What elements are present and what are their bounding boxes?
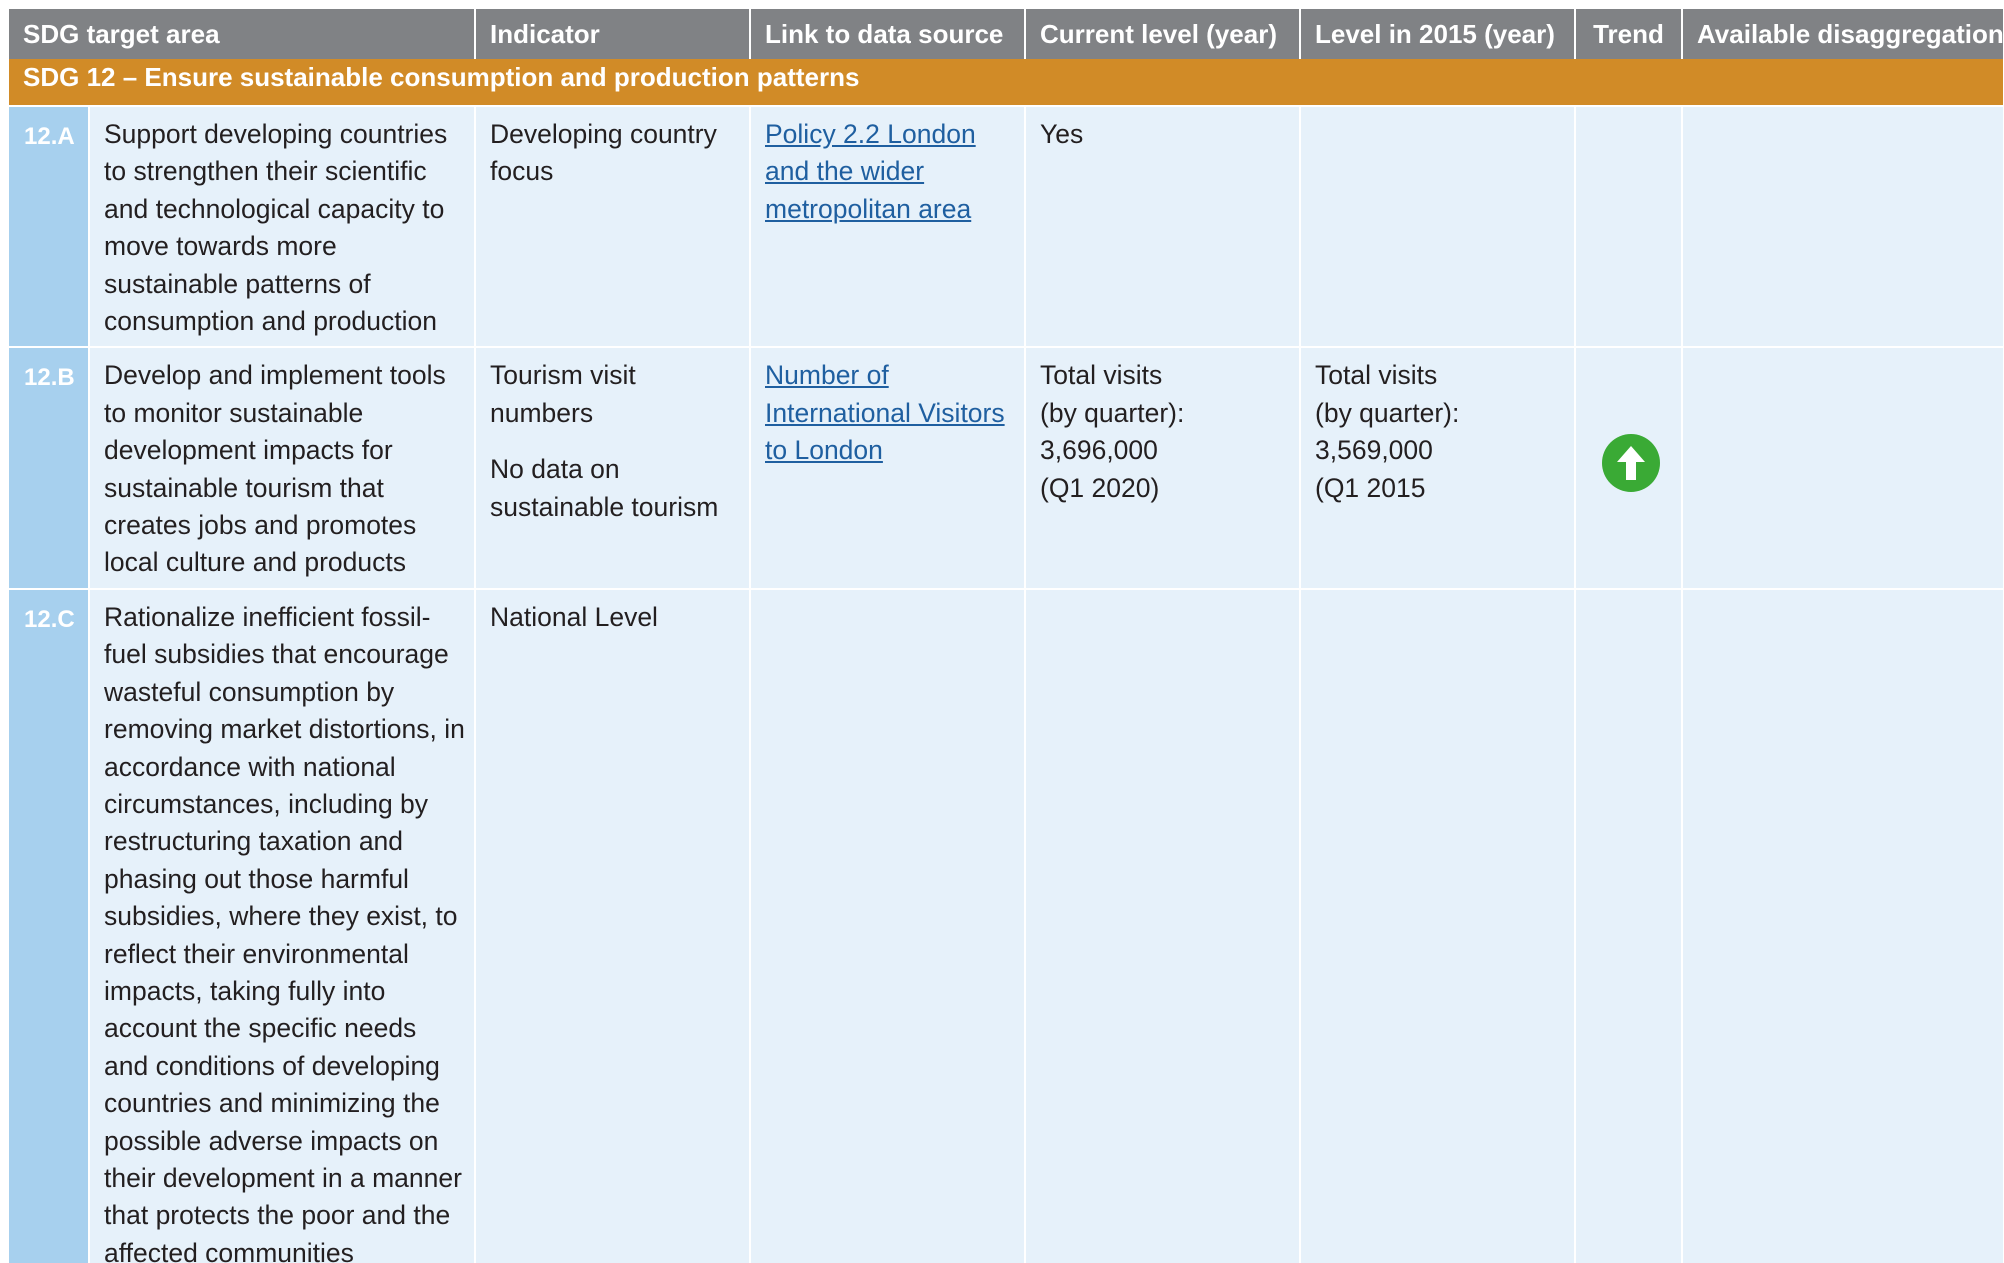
current-level-value: 3,696,000: [1040, 435, 1158, 466]
indicator-text: Tourism visit numbers: [490, 360, 636, 428]
target-code: 12.C: [9, 588, 90, 1263]
disaggregation-cell: [1682, 347, 2004, 590]
header-row: SDG target area Indicator Link to data s…: [9, 9, 2004, 59]
data-source-link[interactable]: Number of International Visitors to Lond…: [765, 360, 1005, 465]
header-target-area: SDG target area: [9, 9, 476, 59]
data-source-link[interactable]: Policy 2.2 London and the wider metropol…: [765, 119, 976, 224]
section-title: SDG 12 – Ensure sustainable consumption …: [9, 59, 2004, 107]
header-level-2015: Level in 2015 (year): [1300, 9, 1576, 59]
sdg-indicator-table: SDG target area Indicator Link to data s…: [9, 9, 2004, 1263]
target-code: 12.A: [9, 106, 90, 349]
sdg-table-container: SDG target area Indicator Link to data s…: [9, 9, 2004, 1263]
disaggregation-cell: [1682, 588, 2004, 1263]
header-disaggregation: Available disaggregation: [1682, 9, 2004, 59]
indicator-text: Developing country focus: [490, 119, 717, 187]
current-level-line: Total visits: [1040, 360, 1163, 391]
target-description: Rationalize inefficient fossil-fuel subs…: [89, 588, 476, 1263]
level-2015-cell: [1300, 106, 1576, 349]
up-arrow-icon: [1601, 433, 1660, 492]
section-row: SDG 12 – Ensure sustainable consumption …: [9, 59, 2004, 107]
current-level-cell: Yes: [1025, 106, 1301, 349]
table-row: 12.A Support developing countries to str…: [9, 106, 2004, 349]
level-2015-cell: Total visits (by quarter): 3,569,000 (Q1…: [1300, 347, 1576, 590]
disaggregation-cell: [1682, 106, 2004, 349]
level-2015-cell: [1300, 588, 1576, 1263]
trend-cell: [1575, 588, 1683, 1263]
target-description: Develop and implement tools to monitor s…: [89, 347, 476, 590]
target-description: Support developing countries to strength…: [89, 106, 476, 349]
current-level-cell: [1025, 588, 1301, 1263]
indicator-cell: Developing country focus: [475, 106, 751, 349]
link-cell: [750, 588, 1026, 1263]
table-row: 12.C Rationalize inefficient fossil-fuel…: [9, 588, 2004, 1263]
indicator-note: No data on sustainable tourism: [490, 454, 719, 522]
trend-cell: [1575, 347, 1683, 590]
trend-cell: [1575, 106, 1683, 349]
table-row: 12.B Develop and implement tools to moni…: [9, 347, 2004, 590]
level-2015-line: (by quarter):: [1315, 397, 1460, 428]
current-level-line: (by quarter):: [1040, 397, 1185, 428]
current-level-text: Yes: [1040, 119, 1084, 149]
indicator-cell: Tourism visit numbers No data on sustain…: [475, 347, 751, 590]
current-level-period: (Q1 2020): [1040, 472, 1160, 503]
header-link: Link to data source: [750, 9, 1026, 59]
target-code: 12.B: [9, 347, 90, 590]
level-2015-period: (Q1 2015: [1315, 472, 1426, 503]
indicator-text: National Level: [490, 601, 658, 632]
level-2015-line: Total visits: [1315, 360, 1438, 391]
indicator-cell: National Level: [475, 588, 751, 1263]
link-cell: Policy 2.2 London and the wider metropol…: [750, 106, 1026, 349]
header-trend: Trend: [1575, 9, 1683, 59]
link-cell: Number of International Visitors to Lond…: [750, 347, 1026, 590]
current-level-cell: Total visits (by quarter): 3,696,000 (Q1…: [1025, 347, 1301, 590]
header-current-level: Current level (year): [1025, 9, 1301, 59]
header-indicator: Indicator: [475, 9, 751, 59]
level-2015-value: 3,569,000: [1315, 435, 1433, 466]
